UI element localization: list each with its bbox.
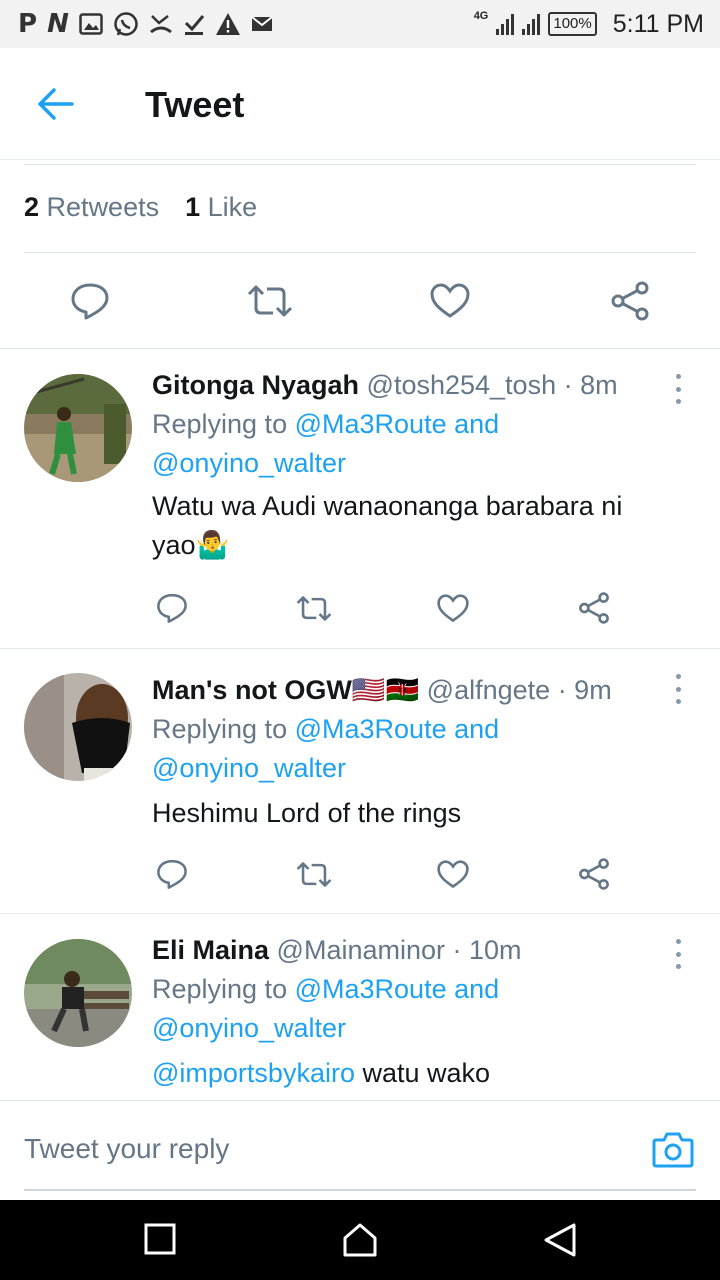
author-name[interactable]: Man's not OGW [152, 675, 352, 705]
retweets-count: 2 [24, 192, 40, 222]
reply-text-line1: Heshimu Lord of the rings [152, 798, 462, 828]
timestamp: · 10m [452, 935, 522, 965]
share-icon[interactable] [610, 281, 650, 321]
share-icon[interactable] [578, 592, 610, 624]
replying-to-link[interactable]: @Ma3Route and [295, 409, 500, 439]
avatar[interactable] [24, 673, 132, 781]
replying-to-link-2[interactable]: @onyino_walter [152, 753, 346, 783]
timestamp: · 9m [557, 675, 612, 705]
replying-to-label: Replying to [152, 974, 288, 1004]
like-icon[interactable] [430, 283, 470, 319]
system-status: 4G 100% 5:11 PM [474, 10, 704, 39]
retweet-icon[interactable] [296, 861, 332, 888]
mail-icon [251, 16, 273, 31]
reply-tweet[interactable]: Man's not OGW🇺🇸🇰🇪 @alfngete · 9m Replyin… [0, 648, 720, 913]
battery-indicator: 100% [548, 12, 597, 36]
author-handle[interactable]: @alfngete [427, 675, 551, 705]
shrug-emoji: 🤷‍♂️ [195, 530, 230, 560]
reply-content: Eli Maina @Mainaminor · 10m Replying to … [152, 931, 692, 1093]
retweets-label: Retweets [46, 192, 160, 222]
divider [24, 252, 696, 253]
download-done-icon [184, 15, 204, 35]
input-underline [24, 1189, 696, 1191]
more-options-icon[interactable] [668, 939, 688, 969]
avatar[interactable] [24, 939, 132, 1047]
reply-text-line1: watu wako [362, 1058, 491, 1088]
signal-icon-2 [522, 13, 541, 35]
author-handle[interactable]: @tosh254_tosh [367, 370, 557, 400]
flag-emojis: 🇺🇸🇰🇪 [351, 675, 420, 705]
reply-icon[interactable] [156, 592, 188, 624]
camera-icon[interactable] [652, 1131, 694, 1169]
replying-to-link[interactable]: @Ma3Route and [295, 714, 500, 744]
replying-to-link-2[interactable]: @onyino_walter [152, 448, 346, 478]
app-header: Tweet [0, 48, 720, 160]
page-title: Tweet [145, 84, 245, 125]
retweets-stat[interactable]: 2 Retweets [24, 192, 159, 223]
reply-icon[interactable] [156, 858, 188, 890]
likes-stat[interactable]: 1 Like [185, 192, 257, 223]
reply-content: Gitonga Nyagah @tosh254_tosh · 8m Replyi… [152, 366, 692, 565]
navigation-bar [0, 1200, 720, 1280]
replying-to-link[interactable]: @Ma3Route and [295, 974, 500, 1004]
author-name[interactable]: Gitonga Nyagah [152, 370, 359, 400]
reply-text-line1: Watu wa Audi wanaonanga barabara ni [152, 491, 623, 521]
reply-content: Man's not OGW🇺🇸🇰🇪 @alfngete · 9m Replyin… [152, 671, 692, 833]
p-app-icon: P [18, 9, 38, 39]
n-app-icon: N [47, 9, 69, 39]
signal-icon [496, 13, 515, 35]
retweet-icon[interactable] [247, 284, 293, 318]
timestamp: · 8m [563, 370, 618, 400]
back-nav-icon[interactable] [543, 1222, 577, 1258]
replying-to-label: Replying to [152, 409, 288, 439]
status-bar: P N 4G 100% 5:11 PM [0, 0, 720, 48]
avatar[interactable] [24, 374, 132, 482]
mention-link[interactable]: @importsbykairo [152, 1058, 355, 1088]
likes-count: 1 [185, 192, 201, 222]
likes-label: Like [207, 192, 258, 222]
author-name[interactable]: Eli Maina [152, 935, 269, 965]
warning-icon [215, 13, 240, 35]
reply-icon[interactable] [70, 282, 110, 320]
share-icon[interactable] [578, 858, 610, 890]
replying-to-link-2[interactable]: @onyino_walter [152, 1013, 346, 1043]
back-arrow-icon[interactable] [36, 86, 76, 122]
reply-composer [0, 1100, 720, 1200]
replying-to-label: Replying to [152, 714, 288, 744]
missed-call-icon [149, 15, 172, 34]
clock: 5:11 PM [612, 9, 704, 38]
like-icon[interactable] [437, 594, 469, 623]
reply-tweet[interactable]: Eli Maina @Mainaminor · 10m Replying to … [0, 913, 720, 1100]
gallery-icon [79, 13, 103, 35]
retweet-icon[interactable] [296, 595, 332, 622]
tweet-stats: 2 Retweets 1 Like [24, 192, 257, 223]
notification-icons: P N [18, 11, 273, 37]
more-options-icon[interactable] [668, 374, 688, 404]
home-icon[interactable] [342, 1222, 378, 1258]
network-type: 4G [473, 10, 489, 22]
reply-text-line2: yao [152, 530, 196, 560]
whatsapp-icon [114, 12, 138, 36]
reply-tweet[interactable]: Gitonga Nyagah @tosh254_tosh · 8m Replyi… [0, 348, 720, 648]
divider [24, 164, 696, 165]
reply-input[interactable] [24, 1133, 584, 1165]
more-options-icon[interactable] [668, 674, 688, 704]
like-icon[interactable] [437, 860, 469, 889]
recents-icon[interactable] [144, 1222, 176, 1256]
author-handle[interactable]: @Mainaminor [277, 935, 445, 965]
